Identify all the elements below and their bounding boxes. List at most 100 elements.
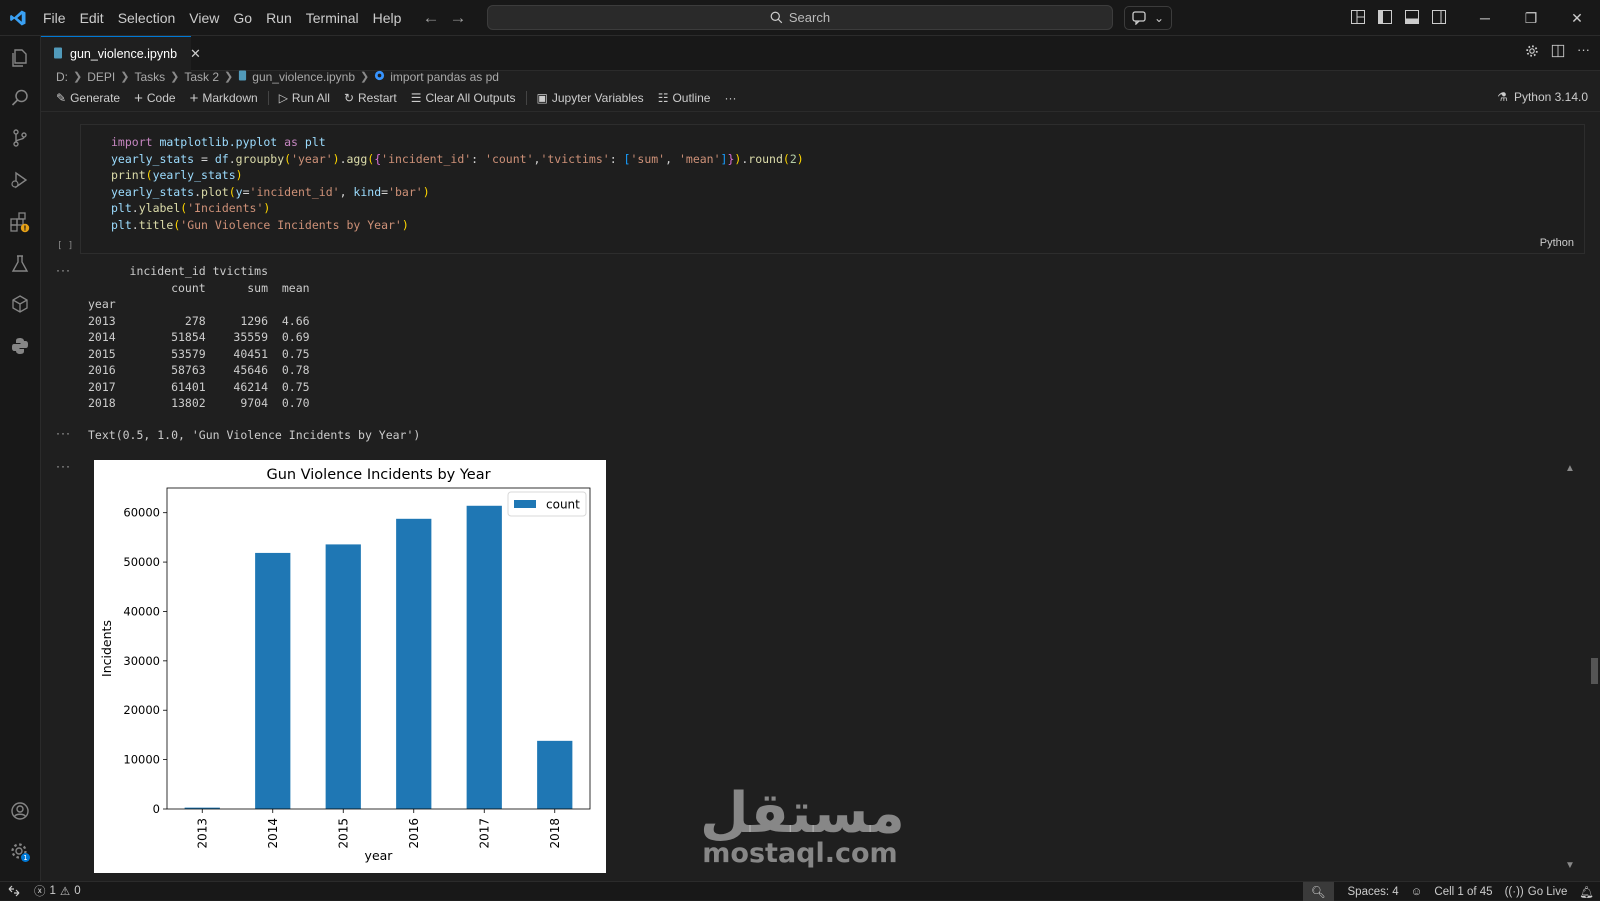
breadcrumb-drive[interactable]: D: — [56, 70, 68, 84]
text-repr-output: Text(0.5, 1.0, 'Gun Violence Incidents b… — [88, 428, 421, 442]
spaces-label: Spaces: 4 — [1347, 885, 1399, 898]
kernel-label: Python 3.14.0 — [1513, 90, 1588, 104]
copilot-icon: ☺ — [1410, 885, 1423, 898]
restore-icon[interactable]: ❐ — [1508, 0, 1554, 36]
restart-button[interactable]: ↻ Restart — [337, 91, 404, 105]
cell-language-label[interactable]: Python — [1540, 237, 1574, 249]
extensions-icon[interactable]: ! — [8, 210, 32, 234]
split-editor-icon[interactable] — [1551, 44, 1565, 58]
breadcrumb-task2[interactable]: Task 2 — [184, 70, 219, 84]
code-cell[interactable]: import matplotlib.pyplot as plt yearly_st… — [80, 124, 1585, 254]
outline-label: Outline — [672, 91, 711, 105]
code-editor[interactable]: import matplotlib.pyplot as plt yearly_st… — [111, 134, 804, 233]
variables-icon: ▣ — [536, 91, 548, 105]
menu-terminal[interactable]: Terminal — [299, 0, 366, 36]
activity-bar: ! 1 — [0, 36, 41, 881]
generate-button[interactable]: ✎ Generate — [49, 91, 127, 105]
scroll-up-arrow-icon[interactable]: ▲ — [1565, 463, 1575, 474]
code-line: yearly_stats = df.groupby('year').agg({'… — [111, 151, 804, 166]
zoom-icon: 🔍︎ — [1310, 886, 1326, 899]
settings-gear-icon[interactable] — [1525, 44, 1539, 58]
scrollbar-thumb[interactable] — [1591, 658, 1598, 684]
more-actions-icon[interactable]: ··· — [1577, 43, 1590, 58]
back-arrow-icon[interactable]: ← — [422, 8, 439, 28]
close-tab-icon[interactable]: ✕ — [190, 46, 201, 62]
kernel-picker[interactable]: ⚗ Python 3.14.0 — [1497, 90, 1588, 104]
nav-arrows: ← → — [422, 8, 466, 28]
chevron-right-icon: ❯ — [360, 71, 370, 83]
menu-bar: File Edit Selection View Go Run Terminal… — [36, 0, 408, 36]
breadcrumb-cell[interactable]: import pandas as pd — [390, 70, 499, 84]
command-center-search[interactable]: Search — [487, 5, 1113, 30]
outline-button[interactable]: ☷ Outline — [651, 91, 718, 105]
legend-label: count — [546, 498, 580, 512]
code-line: plt.ylabel('Incidents') — [111, 201, 271, 215]
jupyter-variables-button[interactable]: ▣ Jupyter Variables — [530, 91, 651, 105]
go-live-button[interactable]: ((·)) Go Live — [1499, 886, 1574, 898]
zoom-indicator[interactable]: 🔍︎ — [1302, 882, 1334, 901]
chevron-right-icon: ❯ — [224, 71, 234, 83]
svg-text:!: ! — [23, 225, 26, 233]
run-all-button[interactable]: ▷ Run All — [272, 91, 337, 105]
cell-position-indicator[interactable]: Cell 1 of 45 — [1428, 886, 1498, 898]
breadcrumb-depi[interactable]: DEPI — [87, 70, 115, 84]
toggle-primary-sidebar-icon[interactable] — [1377, 9, 1393, 25]
output-more-icon[interactable]: ··· — [56, 426, 71, 440]
menu-run[interactable]: Run — [259, 0, 299, 36]
run-debug-icon[interactable] — [8, 168, 32, 192]
add-code-cell-button[interactable]: + Code — [127, 90, 182, 107]
source-control-icon[interactable] — [8, 126, 32, 150]
output-more-icon[interactable]: ··· — [56, 459, 71, 473]
x-tick-label: 2015 — [336, 818, 350, 849]
accounts-icon[interactable] — [8, 799, 32, 823]
minimize-icon[interactable]: ─ — [1462, 0, 1508, 36]
bell-icon: 🔔︎ — [1579, 886, 1594, 899]
code-line: plt.title('Gun Violence Incidents by Yea… — [111, 217, 409, 232]
toggle-secondary-sidebar-icon[interactable] — [1431, 9, 1447, 25]
plot-frame — [166, 487, 591, 810]
problems-indicator[interactable]: ⓧ 1 ⚠ 0 — [28, 883, 87, 899]
menu-file[interactable]: File — [36, 0, 73, 36]
tab-label: gun_violence.ipynb — [70, 47, 178, 61]
search-view-icon[interactable] — [8, 86, 32, 110]
menu-help[interactable]: Help — [366, 0, 409, 36]
more-label: ··· — [724, 91, 737, 105]
chevron-down-icon: ⌄ — [1153, 11, 1165, 25]
menu-selection[interactable]: Selection — [111, 0, 183, 36]
manage-gear-icon[interactable]: 1 — [8, 840, 32, 864]
testing-flask-icon[interactable] — [8, 252, 32, 276]
add-markdown-cell-button[interactable]: + Markdown — [183, 90, 265, 107]
python-icon[interactable] — [8, 334, 32, 358]
bar-2014 — [255, 552, 291, 809]
forward-arrow-icon[interactable]: → — [449, 8, 466, 28]
indentation-indicator[interactable]: Spaces: 4 — [1342, 886, 1405, 898]
clear-outputs-button[interactable]: ☰ Clear All Outputs — [404, 91, 523, 105]
customize-layout-icon[interactable] — [1350, 9, 1366, 25]
editor-tab-bar: gun_violence.ipynb ✕ ··· — [41, 36, 1600, 71]
notifications-bell[interactable]: 🔔︎ — [1573, 885, 1600, 899]
cell-symbol-icon — [374, 70, 385, 84]
menu-view[interactable]: View — [182, 0, 226, 36]
explorer-icon[interactable] — [8, 46, 32, 70]
copilot-chat-button[interactable]: ⌄ — [1124, 6, 1172, 30]
legend-swatch — [514, 500, 536, 508]
tab-gun-violence[interactable]: gun_violence.ipynb ✕ — [41, 36, 201, 71]
y-tick-label: 40000 — [123, 604, 160, 618]
breadcrumb-tasks[interactable]: Tasks — [134, 70, 165, 84]
mostaql-watermark: مستقل mostaql.com — [700, 786, 905, 868]
notebook-file-icon — [238, 70, 247, 84]
remote-indicator-icon[interactable] — [0, 882, 28, 901]
menu-edit[interactable]: Edit — [73, 0, 111, 36]
breadcrumb: D: ❯ DEPI ❯ Tasks ❯ Task 2 ❯ gun_violenc… — [56, 68, 499, 85]
breadcrumb-file[interactable]: gun_violence.ipynb — [252, 70, 355, 84]
menu-go[interactable]: Go — [226, 0, 259, 36]
output-more-icon[interactable]: ··· — [56, 263, 71, 277]
error-count: 1 — [49, 885, 56, 897]
remote-explorer-icon[interactable] — [8, 292, 32, 316]
scroll-down-arrow-icon[interactable]: ▼ — [1565, 860, 1575, 871]
y-tick-label: 50000 — [123, 555, 160, 569]
close-window-icon[interactable]: ✕ — [1554, 0, 1600, 36]
toggle-panel-icon[interactable] — [1404, 9, 1420, 25]
copilot-status[interactable]: ☺ — [1405, 886, 1429, 898]
toolbar-more-button[interactable]: ··· — [717, 91, 743, 105]
